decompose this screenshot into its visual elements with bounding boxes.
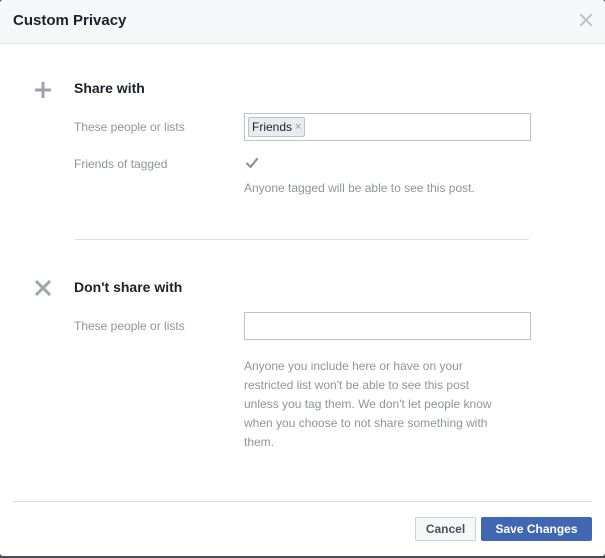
share-with-title: Share with (74, 80, 145, 96)
remove-token-icon[interactable]: × (295, 121, 301, 133)
share-with-people-input[interactable]: Friends × (244, 113, 531, 141)
x-icon (34, 279, 52, 297)
close-icon[interactable] (580, 14, 592, 26)
plus-icon (35, 82, 51, 98)
footer-divider (13, 501, 592, 502)
token-label: Friends (252, 119, 293, 134)
friends-of-tagged-label: Friends of tagged (74, 157, 168, 171)
help-line: Anyone you include here or have on your (244, 359, 463, 373)
save-changes-button[interactable]: Save Changes (481, 517, 592, 541)
dont-share-help-text: Anyone you include here or have on your … (244, 357, 492, 452)
cancel-button[interactable]: Cancel (415, 517, 476, 541)
tagged-help-text: Anyone tagged will be able to see this p… (244, 181, 475, 195)
friends-token: Friends × (248, 117, 306, 137)
custom-privacy-dialog: Custom Privacy Share with These people o… (0, 0, 605, 556)
share-with-people-label: These people or lists (74, 120, 185, 134)
dont-share-with-title: Don't share with (74, 279, 183, 295)
friends-of-tagged-checkbox[interactable] (245, 156, 259, 170)
dialog-header: Custom Privacy (0, 0, 605, 44)
dialog-title: Custom Privacy (13, 12, 127, 29)
dont-share-people-input[interactable] (244, 312, 531, 340)
help-line: when you choose to not share something w… (244, 416, 488, 430)
help-line: unless you tag them. We don't let people… (244, 397, 492, 411)
help-line: restricted list won't be able to see thi… (244, 378, 470, 392)
dont-share-people-label: These people or lists (74, 319, 185, 333)
help-line: them. (244, 435, 275, 449)
section-divider (75, 239, 529, 240)
